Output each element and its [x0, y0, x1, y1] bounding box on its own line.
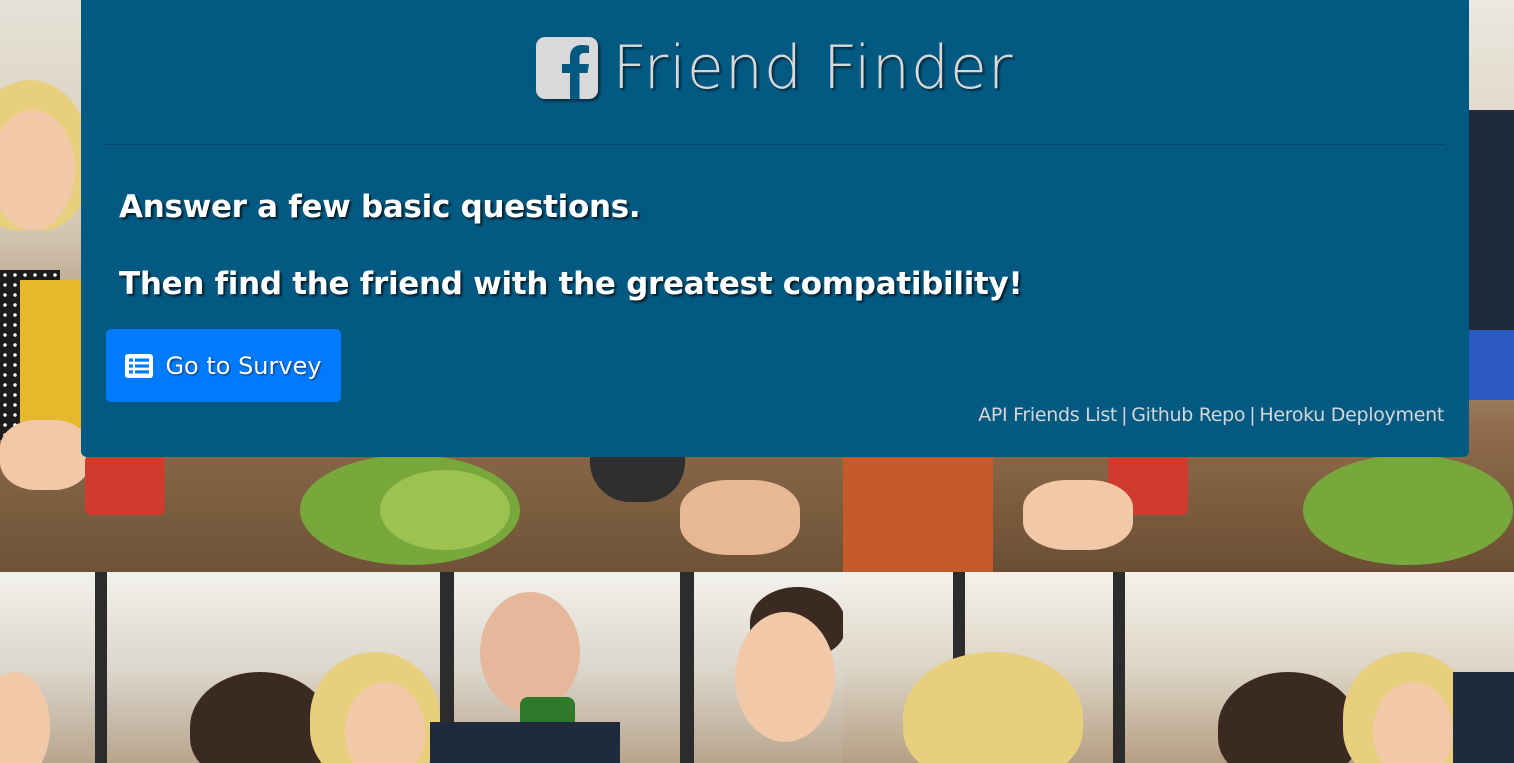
page-title: Friend Finder [612, 33, 1014, 103]
background-photo-tile [0, 572, 843, 763]
brand: Friend Finder [81, 30, 1469, 106]
heroku-deployment-link[interactable]: Heroku Deployment [1259, 404, 1444, 426]
list-alt-icon [125, 353, 154, 378]
intro-subtext: Then find the friend with the greatest c… [119, 266, 1023, 302]
survey-button-label: Go to Survey [165, 351, 322, 380]
intro-text: Answer a few basic questions. [119, 189, 641, 225]
link-separator: | [1121, 404, 1128, 426]
footer-links: API Friends List | Github Repo | Heroku Depl… [978, 404, 1444, 426]
go-to-survey-button[interactable]: Go to Survey [106, 329, 341, 402]
github-repo-link[interactable]: Github Repo [1131, 404, 1245, 426]
header-panel: Friend Finder Answer a few basic questio… [81, 0, 1469, 457]
facebook-square-icon [536, 37, 599, 99]
api-friends-list-link[interactable]: API Friends List [978, 404, 1117, 426]
link-separator: | [1249, 404, 1256, 426]
background-photo-tile [843, 572, 1514, 763]
divider [103, 144, 1445, 145]
